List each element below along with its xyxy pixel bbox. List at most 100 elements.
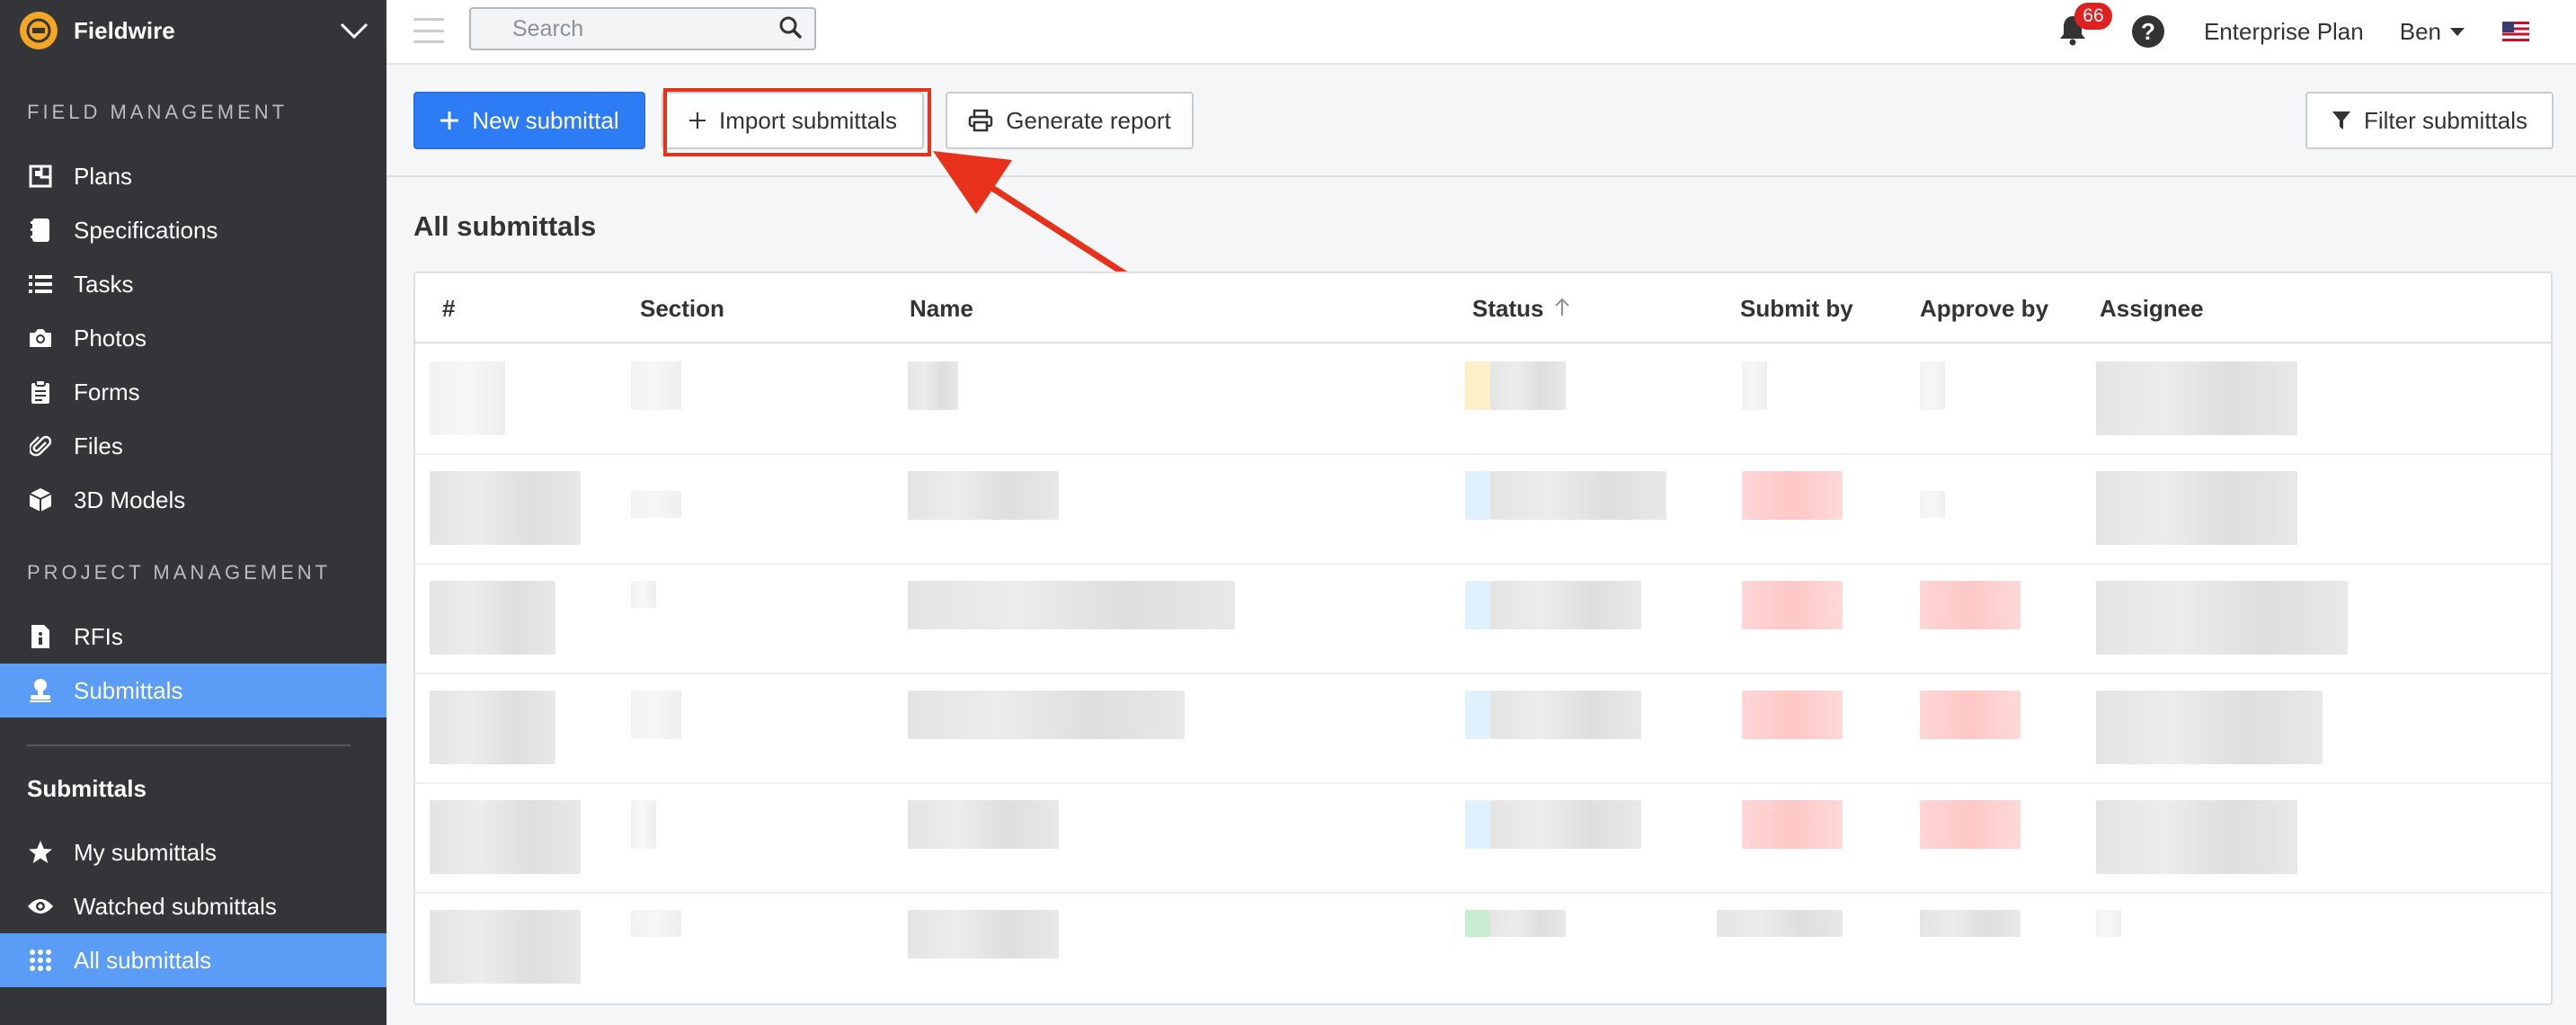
column-header-status[interactable]: Status xyxy=(1472,295,1570,323)
nav-forms[interactable]: Forms xyxy=(0,365,386,419)
table-row[interactable] xyxy=(415,784,2551,894)
redacted-cell xyxy=(430,471,581,545)
redacted-cell xyxy=(1742,581,1843,629)
redacted-cell xyxy=(1742,800,1843,849)
filter-icon xyxy=(2332,110,2351,131)
redacted-cell xyxy=(430,581,555,655)
project-switcher[interactable]: Fieldwire xyxy=(0,0,386,61)
sidebar-divider xyxy=(27,744,351,746)
nav-label: All submittals xyxy=(74,946,212,974)
table-row[interactable] xyxy=(415,455,2551,565)
nav-label: Forms xyxy=(74,378,140,406)
column-header-section[interactable]: Section xyxy=(640,295,724,323)
nav-label: Photos xyxy=(74,324,147,352)
help-icon[interactable]: ? xyxy=(2131,15,2164,48)
redacted-cell xyxy=(1490,581,1641,629)
status-indicator xyxy=(1465,691,1490,739)
nav-all-submittals[interactable]: All submittals xyxy=(0,933,386,987)
redacted-cell xyxy=(2096,800,2297,874)
app-name: Fieldwire xyxy=(74,16,175,44)
notification-badge: 66 xyxy=(2074,3,2112,30)
redacted-cell xyxy=(1920,691,2021,739)
user-menu[interactable]: Ben xyxy=(2400,18,2465,46)
redacted-cell xyxy=(908,471,1059,520)
redacted-cell xyxy=(430,691,555,764)
column-header-assignee[interactable]: Assignee xyxy=(2100,295,2204,323)
nav-3d-models[interactable]: 3D Models xyxy=(0,473,386,527)
table-row[interactable] xyxy=(415,565,2551,674)
table-row[interactable] xyxy=(415,345,2551,455)
nav-plans[interactable]: Plans xyxy=(0,149,386,203)
plan-label[interactable]: Enterprise Plan xyxy=(2204,18,2364,46)
menu-icon[interactable] xyxy=(413,18,444,43)
filter-submittals-button[interactable]: Filter submittals xyxy=(2305,92,2554,149)
document-info-icon xyxy=(27,623,54,650)
cube-icon xyxy=(27,486,54,513)
status-indicator xyxy=(1465,471,1490,520)
top-bar: 66 ? Enterprise Plan Ben xyxy=(386,0,2576,65)
table-row[interactable] xyxy=(415,674,2551,784)
book-icon xyxy=(27,217,54,244)
search-icon[interactable] xyxy=(778,15,802,43)
redacted-cell xyxy=(1717,910,1843,937)
button-label: Import submittals xyxy=(719,106,897,134)
nav-label: RFIs xyxy=(74,622,123,650)
redacted-cell xyxy=(1920,800,2021,849)
grid-icon xyxy=(27,947,54,974)
nav-rfis[interactable]: RFIs xyxy=(0,610,386,664)
redacted-cell xyxy=(908,910,1059,958)
search-box xyxy=(469,7,816,50)
top-right-controls: 66 ? Enterprise Plan Ben xyxy=(2058,0,2576,63)
redacted-cell xyxy=(2096,361,2297,435)
redacted-cell xyxy=(2096,691,2323,764)
redacted-cell xyxy=(1742,691,1843,739)
nav-my-submittals[interactable]: My submittals xyxy=(0,825,386,879)
column-header-number[interactable]: # xyxy=(442,295,455,323)
chevron-down-icon[interactable] xyxy=(322,22,386,40)
nav-label: My submittals xyxy=(74,838,217,866)
column-header-approve-by[interactable]: Approve by xyxy=(1920,295,2048,323)
redacted-cell xyxy=(1742,361,1767,410)
column-header-name[interactable]: Name xyxy=(910,295,973,323)
redacted-cell xyxy=(631,800,656,849)
button-label: Generate report xyxy=(1006,106,1171,134)
nav-label: Tasks xyxy=(74,270,134,298)
status-indicator xyxy=(1465,361,1490,410)
new-submittal-button[interactable]: New submittal xyxy=(413,92,645,149)
us-flag-icon[interactable] xyxy=(2502,22,2529,41)
redacted-cell xyxy=(908,691,1185,739)
nav-files[interactable]: Files xyxy=(0,419,386,473)
import-submittals-button[interactable]: Import submittals xyxy=(662,92,924,149)
nav-label: 3D Models xyxy=(74,486,186,513)
nav-tasks[interactable]: Tasks xyxy=(0,257,386,311)
redacted-cell xyxy=(631,581,656,608)
nav-photos[interactable]: Photos xyxy=(0,311,386,365)
list-icon xyxy=(27,271,54,298)
generate-report-button[interactable]: Generate report xyxy=(946,92,1194,149)
table-row[interactable] xyxy=(415,894,2551,1003)
field-management-heading: FIELD MANAGEMENT xyxy=(27,101,289,123)
nav-label: Submittals xyxy=(74,676,183,704)
redacted-cell xyxy=(430,800,581,874)
submittals-table: # Section Name Status Submit by Approve … xyxy=(413,272,2553,1005)
redacted-cell xyxy=(430,361,505,435)
redacted-cell xyxy=(908,800,1059,849)
nav-specifications[interactable]: Specifications xyxy=(0,203,386,257)
search-input[interactable] xyxy=(512,15,778,42)
nav-submittals[interactable]: Submittals xyxy=(0,664,386,718)
nav-watched-submittals[interactable]: Watched submittals xyxy=(0,879,386,933)
button-label: Filter submittals xyxy=(2363,106,2528,134)
redacted-cell xyxy=(631,491,681,518)
redacted-cell xyxy=(1920,491,1945,518)
redacted-cell xyxy=(1490,691,1641,739)
notifications-button[interactable]: 66 xyxy=(2058,3,2112,49)
redacted-cell xyxy=(1742,471,1843,520)
nav-label: Files xyxy=(74,432,123,459)
nav-label: Watched submittals xyxy=(74,892,277,920)
column-header-submit-by[interactable]: Submit by xyxy=(1740,295,1853,323)
redacted-cell xyxy=(1490,471,1666,520)
button-label: New submittal xyxy=(472,106,619,134)
status-indicator xyxy=(1465,581,1490,629)
redacted-cell xyxy=(1920,361,1945,410)
redacted-cell xyxy=(1920,581,2021,629)
